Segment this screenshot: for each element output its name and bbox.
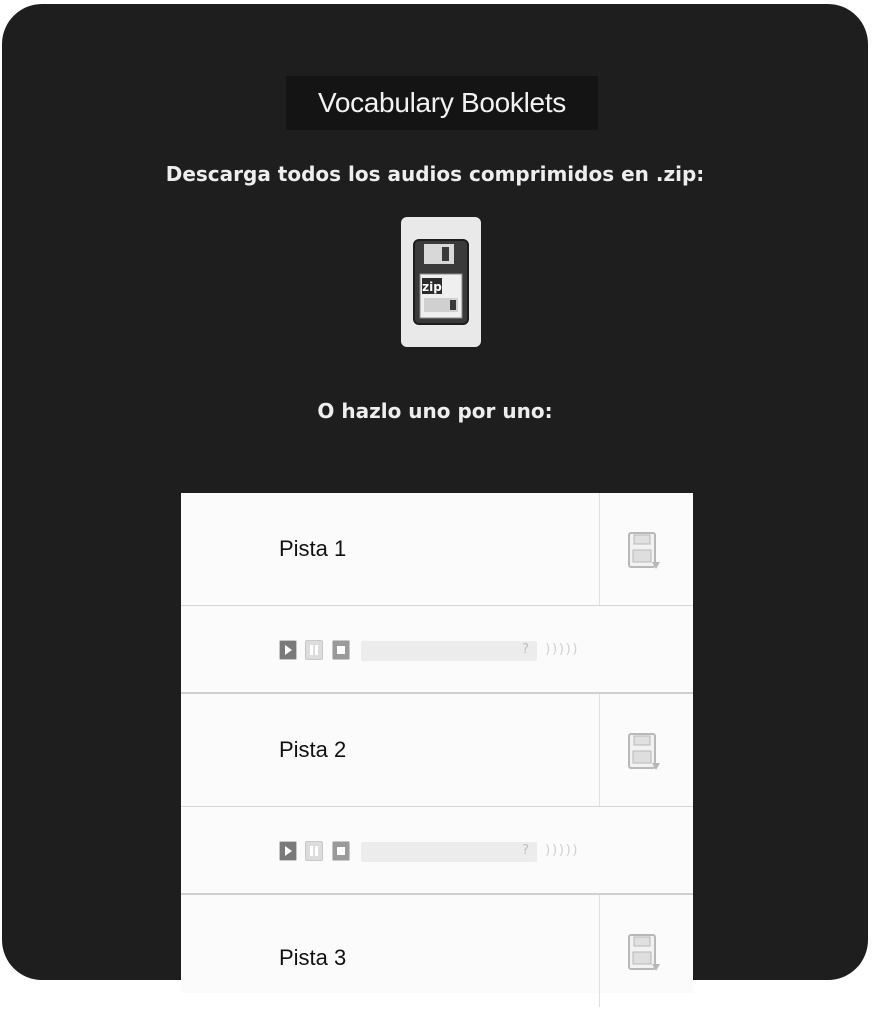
zip-icon-text: zip xyxy=(422,280,442,294)
pause-icon xyxy=(306,641,322,659)
track-divider xyxy=(599,895,600,1007)
track-divider xyxy=(599,694,600,806)
download-zip-button[interactable]: zip xyxy=(401,217,481,347)
stop-icon xyxy=(333,641,349,659)
stop-button[interactable] xyxy=(332,640,350,660)
time-indicator: ? xyxy=(522,642,529,657)
track-name: Pista 1 xyxy=(279,536,347,561)
volume-control[interactable]: ))))) xyxy=(544,642,579,657)
track-row: Pista 3 xyxy=(181,895,693,1007)
track-row: Pista 1 xyxy=(181,493,693,606)
track-name: Pista 3 xyxy=(279,945,347,970)
play-icon xyxy=(280,641,296,659)
track-list: Pista 1 ? ))))) Pista 2 ?))))) Pista 3 xyxy=(181,493,693,1007)
stop-icon xyxy=(333,842,349,860)
download-all-label: Descarga todos los audios comprimidos en… xyxy=(165,162,705,186)
one-by-one-label: O hazlo uno por uno: xyxy=(317,399,553,423)
pause-button[interactable] xyxy=(305,640,323,660)
play-icon xyxy=(280,842,296,860)
progress-bar[interactable]: ? xyxy=(361,641,537,661)
progress-bar[interactable]: ? xyxy=(361,842,537,862)
download-floppy-icon xyxy=(628,733,660,770)
audio-player: ? ))))) xyxy=(181,606,693,694)
stop-button[interactable] xyxy=(332,841,350,861)
page-title-text: Vocabulary Booklets xyxy=(317,87,566,118)
pause-button[interactable] xyxy=(305,841,323,861)
download-floppy-icon xyxy=(628,934,660,971)
play-button[interactable] xyxy=(279,640,297,660)
track-name: Pista 2 xyxy=(279,737,347,762)
zip-floppy-icon: zip xyxy=(413,239,469,325)
track-download-button[interactable] xyxy=(623,529,667,573)
track-download-button[interactable] xyxy=(623,730,667,774)
time-indicator: ? xyxy=(522,843,529,858)
audio-player: ? ))))) xyxy=(181,807,693,895)
pause-icon xyxy=(306,842,322,860)
page-title: Vocabulary Booklets xyxy=(286,76,598,130)
track-download-button[interactable] xyxy=(623,931,667,975)
track-row: Pista 2 xyxy=(181,694,693,807)
track-divider xyxy=(599,493,600,605)
play-button[interactable] xyxy=(279,841,297,861)
volume-control[interactable]: ))))) xyxy=(544,843,579,858)
download-floppy-icon xyxy=(628,532,660,569)
